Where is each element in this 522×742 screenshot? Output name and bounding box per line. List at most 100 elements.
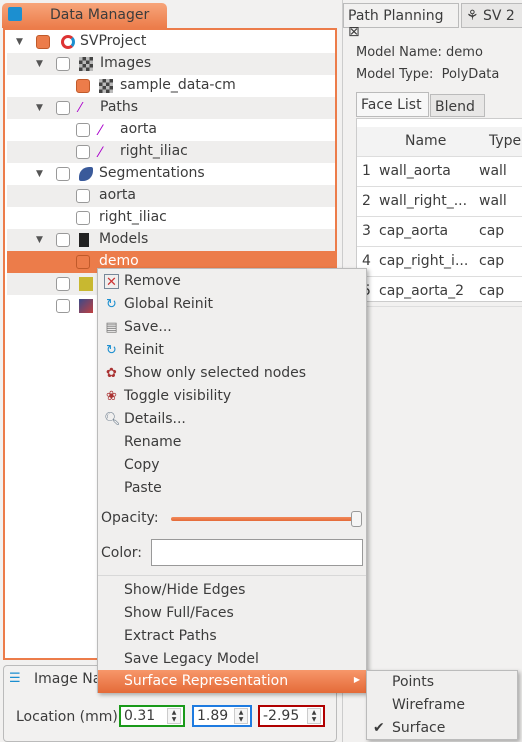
tree-node-images[interactable]: ▼ Images: [7, 53, 335, 75]
spin-arrows-icon: ▲ ▼: [307, 708, 321, 724]
path-icon: ⁄: [99, 123, 102, 139]
tree-node-seg-aorta[interactable]: aorta: [7, 185, 335, 207]
menu-global-reinit[interactable]: ↻ Global Reinit: [98, 293, 366, 316]
visibility-checkbox[interactable]: [76, 211, 90, 225]
menu-toggle-visibility[interactable]: ❀ Toggle visibility: [98, 385, 366, 408]
table-header: Name Type: [357, 127, 522, 157]
image-icon: [79, 57, 93, 71]
opacity-slider[interactable]: [171, 517, 361, 521]
tree-label: demo: [99, 253, 139, 269]
simulation-icon: [79, 299, 93, 313]
data-manager-icon: [8, 7, 22, 21]
menu-show-hide-edges[interactable]: Show/Hide Edges: [98, 579, 366, 602]
menu-extract-paths[interactable]: Extract Paths: [98, 625, 366, 648]
visibility-checkbox[interactable]: [76, 145, 90, 159]
tree-label: right_iliac: [99, 209, 167, 225]
menu-details[interactable]: 🔍︎ Details...: [98, 408, 366, 431]
table-row[interactable]: 2 wall_right_... wall: [357, 187, 522, 217]
tree-node-sample-data[interactable]: sample_data-cm: [7, 75, 335, 97]
surface-representation-submenu: Points Wireframe ✔ Surface: [366, 670, 518, 740]
tree-label: Models: [99, 231, 149, 247]
menu-save[interactable]: ▤ Save...: [98, 316, 366, 339]
tree-label: aorta: [120, 121, 157, 137]
close-icon[interactable]: ⊠: [348, 24, 360, 40]
menu-remove[interactable]: ✕ Remove: [98, 270, 366, 293]
color-label: Color:: [101, 545, 143, 561]
tree-node-seg-right-iliac[interactable]: right_iliac: [7, 207, 335, 229]
svproject-icon: [61, 35, 75, 49]
color-picker[interactable]: [151, 539, 363, 566]
table-row[interactable]: 1 wall_aorta wall: [357, 157, 522, 187]
tab-path-planning[interactable]: Path Planning ⊠: [343, 3, 459, 40]
visibility-checkbox[interactable]: [76, 189, 90, 203]
tree-label: right_iliac: [120, 143, 188, 159]
location-label: Location (mm): [16, 709, 118, 725]
menu-copy[interactable]: Copy: [98, 454, 366, 477]
table-row[interactable]: 4 cap_right_i... cap: [357, 247, 522, 277]
visibility-checkbox[interactable]: [36, 35, 50, 49]
tree-node-svproject[interactable]: ▼ SVProject: [7, 31, 335, 53]
submenu-points[interactable]: Points: [367, 671, 517, 694]
tree-node-paths[interactable]: ▼ ⁄ Paths: [7, 97, 335, 119]
sv-icon: ⚘: [466, 8, 479, 24]
path-icon: ⁄: [79, 101, 82, 116]
spin-arrows-icon: ▲ ▼: [234, 708, 248, 724]
remove-icon: ✕: [104, 274, 119, 290]
location-z-spinbox[interactable]: -2.95 ▲ ▼: [258, 705, 325, 727]
tree-node-segmentations[interactable]: ▼ Segmentations: [7, 163, 335, 185]
table-row[interactable]: 3 cap_aorta cap: [357, 217, 522, 247]
visibility-checkbox[interactable]: [76, 255, 90, 269]
right-panel: Path Planning ⊠ ⚘ SV 2 Model Name: demo …: [342, 0, 522, 742]
save-icon: ▤: [105, 320, 118, 335]
tree-label: Segmentations: [99, 165, 205, 181]
menu-rename[interactable]: Rename: [98, 431, 366, 454]
tree-node-models[interactable]: ▼ Models: [7, 229, 335, 251]
menu-reinit[interactable]: ↻ Reinit: [98, 339, 366, 362]
menu-save-legacy-model[interactable]: Save Legacy Model: [98, 648, 366, 671]
toggle-visibility-icon: ❀: [106, 389, 117, 404]
sliders-icon: ☰: [9, 671, 21, 686]
menu-show-full-faces[interactable]: Show Full/Faces: [98, 602, 366, 625]
tree-node-path-right-iliac[interactable]: ⁄ right_iliac: [7, 141, 335, 163]
submenu-wireframe[interactable]: Wireframe: [367, 694, 517, 717]
visibility-checkbox[interactable]: [56, 233, 70, 247]
tab-label: SV 2: [483, 8, 515, 24]
menu-show-only-selected[interactable]: ✿ Show only selected nodes: [98, 362, 366, 385]
check-icon: ✔: [373, 720, 385, 736]
model-name-row: Model Name: demo: [356, 45, 483, 60]
tab-blend[interactable]: Blend: [430, 94, 485, 117]
visibility-checkbox[interactable]: [56, 299, 70, 313]
face-table[interactable]: Name Type 1 wall_aorta wall 2 wall_right_...…: [356, 118, 522, 307]
menu-separator: [98, 575, 366, 576]
visibility-checkbox[interactable]: [76, 123, 90, 137]
visibility-checkbox[interactable]: [76, 79, 90, 93]
tab-face-list[interactable]: Face List: [356, 92, 429, 117]
tab-sv2[interactable]: ⚘ SV 2: [461, 3, 522, 28]
submenu-surface[interactable]: ✔ Surface: [367, 717, 517, 740]
visibility-checkbox[interactable]: [56, 101, 70, 115]
table-row[interactable]: 5cap_aorta_2cap: [357, 277, 522, 307]
tree-label: Images: [100, 55, 152, 71]
image-navigator-title: Image Na: [34, 671, 102, 687]
tree-label: Paths: [100, 99, 139, 115]
visibility-checkbox[interactable]: [56, 277, 70, 291]
data-manager-tab[interactable]: Data Manager: [2, 3, 167, 28]
tree-label: SVProject: [80, 33, 147, 49]
tree-node-path-aorta[interactable]: ⁄ aorta: [7, 119, 335, 141]
show-selected-icon: ✿: [106, 366, 117, 381]
menu-surface-representation[interactable]: Surface Representation ▶: [98, 670, 366, 693]
data-manager-title: Data Manager: [50, 7, 150, 23]
menu-paste[interactable]: Paste: [98, 477, 366, 500]
magnifier-icon: 🔍︎: [104, 412, 121, 427]
submenu-arrow-icon: ▶: [353, 675, 360, 684]
visibility-checkbox[interactable]: [56, 57, 70, 71]
mesh-icon: [79, 277, 93, 291]
location-x-spinbox[interactable]: 0.31 ▲ ▼: [119, 705, 185, 727]
model-type-row: Model Type: PolyData: [356, 67, 500, 82]
opacity-label: Opacity:: [101, 510, 159, 526]
opacity-slider-handle[interactable]: [351, 511, 362, 527]
path-icon: ⁄: [99, 145, 102, 161]
spin-arrows-icon: ▲ ▼: [167, 708, 181, 724]
location-y-spinbox[interactable]: 1.89 ▲ ▼: [192, 705, 252, 727]
visibility-checkbox[interactable]: [56, 167, 70, 181]
